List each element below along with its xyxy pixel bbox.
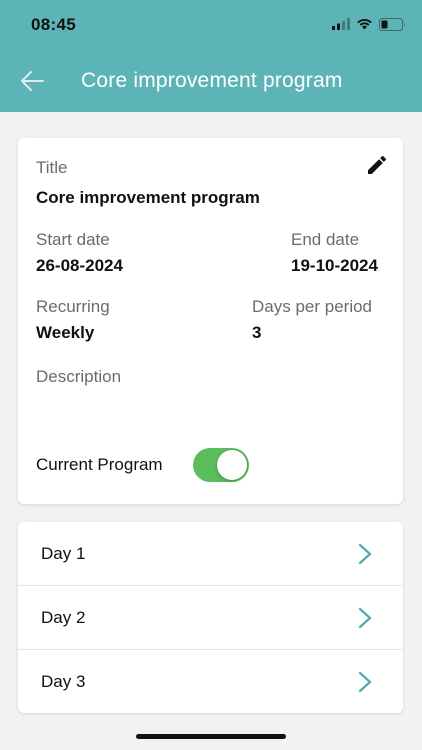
signal-icon bbox=[332, 18, 350, 30]
start-date-value: 26-08-2024 bbox=[36, 256, 123, 275]
wifi-icon bbox=[357, 19, 372, 30]
chevron-right-icon bbox=[358, 671, 372, 693]
day-row-3[interactable]: Day 3 bbox=[18, 650, 403, 713]
title-value: Core improvement program bbox=[36, 188, 260, 207]
page-title: Core improvement program bbox=[81, 69, 343, 92]
day-row-2[interactable]: Day 2 bbox=[18, 586, 403, 650]
toggle-knob bbox=[217, 450, 247, 480]
days-list: Day 1 Day 2 Day 3 bbox=[18, 522, 403, 713]
nav-bar: Core improvement program bbox=[0, 56, 422, 106]
program-details-card: Title Core improvement program Start dat… bbox=[18, 138, 403, 504]
day-label: Day 2 bbox=[41, 608, 86, 627]
description-label: Description bbox=[36, 367, 122, 386]
status-icons bbox=[332, 16, 406, 32]
current-program-toggle[interactable] bbox=[193, 448, 249, 482]
end-date-label: End date bbox=[291, 230, 360, 249]
days-per-period-label: Days per period bbox=[252, 297, 373, 316]
arrow-left-icon bbox=[21, 71, 44, 91]
pencil-icon bbox=[368, 155, 387, 174]
day-label: Day 3 bbox=[41, 672, 86, 691]
current-program-label: Current Program bbox=[36, 455, 163, 474]
title-label: Title bbox=[36, 158, 68, 177]
days-per-period-value: 3 bbox=[252, 323, 262, 342]
edit-button[interactable] bbox=[365, 153, 389, 177]
recurring-value: Weekly bbox=[36, 323, 95, 342]
home-indicator bbox=[136, 734, 286, 739]
recurring-label: Recurring bbox=[36, 297, 110, 316]
chevron-right-icon bbox=[358, 607, 372, 629]
status-bar: 08:45 bbox=[0, 0, 422, 50]
app-header: 08:45 Core improvement program bbox=[0, 0, 422, 112]
day-row-1[interactable]: Day 1 bbox=[18, 522, 403, 586]
back-button[interactable] bbox=[14, 64, 50, 98]
day-label: Day 1 bbox=[41, 544, 86, 563]
battery-icon bbox=[379, 17, 405, 31]
chevron-right-icon bbox=[358, 543, 372, 565]
start-date-label: Start date bbox=[36, 230, 110, 249]
end-date-value: 19-10-2024 bbox=[291, 256, 378, 275]
status-time: 08:45 bbox=[31, 15, 76, 34]
